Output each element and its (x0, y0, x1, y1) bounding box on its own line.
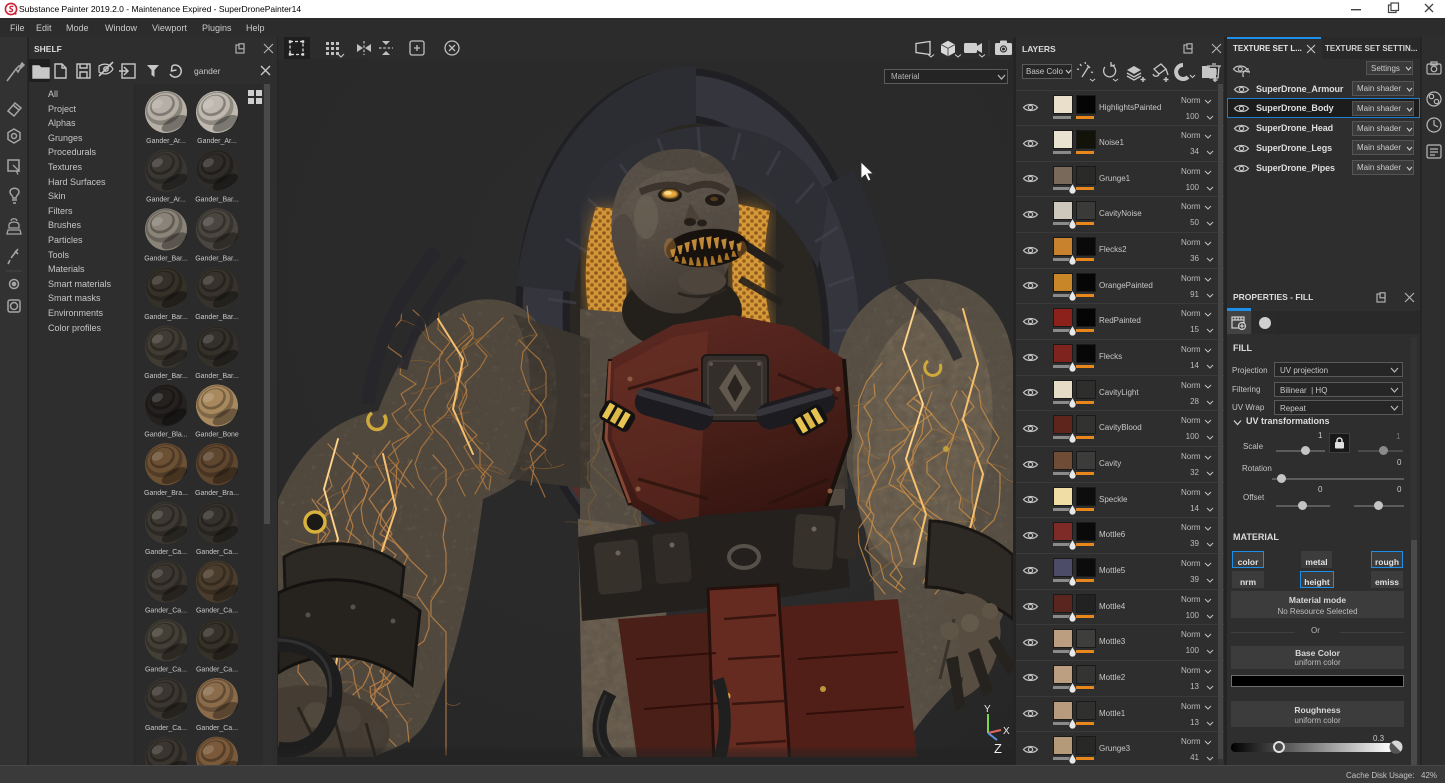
svg-text:Gander_Ca...: Gander_Ca... (145, 608, 187, 615)
svg-text:Gander_Ca...: Gander_Ca... (196, 666, 238, 673)
svg-text:Gander_Bra...: Gander_Bra... (195, 490, 239, 497)
svg-text:Gander_Ca...: Gander_Ca... (145, 549, 187, 556)
svg-text:Gander_Bar...: Gander_Bar... (144, 314, 188, 321)
svg-text:Gander_Ca...: Gander_Ca... (145, 666, 187, 673)
svg-text:Gander_Bar...: Gander_Bar... (195, 373, 239, 380)
svg-text:Y: Y (984, 704, 991, 715)
svg-text:Gander_Bar...: Gander_Bar... (195, 197, 239, 204)
svg-text:Gander_Ca...: Gander_Ca... (196, 608, 238, 615)
svg-text:Gander_Bar...: Gander_Bar... (144, 255, 188, 262)
svg-text:Gander_Bar...: Gander_Bar... (195, 255, 239, 262)
svg-text:gander: gander (194, 66, 221, 76)
svg-text:Gander_Ar...: Gander_Ar... (146, 197, 186, 204)
svg-text:Gander_Ar...: Gander_Ar... (197, 138, 237, 145)
svg-text:Gander_Ca...: Gander_Ca... (196, 549, 238, 556)
svg-text:Gander_Ca...: Gander_Ca... (196, 725, 238, 732)
svg-text:Gander_Ar...: Gander_Ar... (146, 138, 186, 145)
svg-text:Gander_Ca...: Gander_Ca... (145, 725, 187, 732)
svg-text:Gander_Bra...: Gander_Bra... (144, 490, 188, 497)
svg-text:Gander_Bar...: Gander_Bar... (144, 373, 188, 380)
svg-text:Z: Z (994, 741, 1002, 756)
svg-text:Gander_Bla...: Gander_Bla... (144, 432, 187, 439)
svg-text:X: X (1003, 726, 1010, 737)
svg-text:Gander_Bar...: Gander_Bar... (195, 314, 239, 321)
svg-text:Gander_Bone: Gander_Bone (195, 432, 239, 439)
